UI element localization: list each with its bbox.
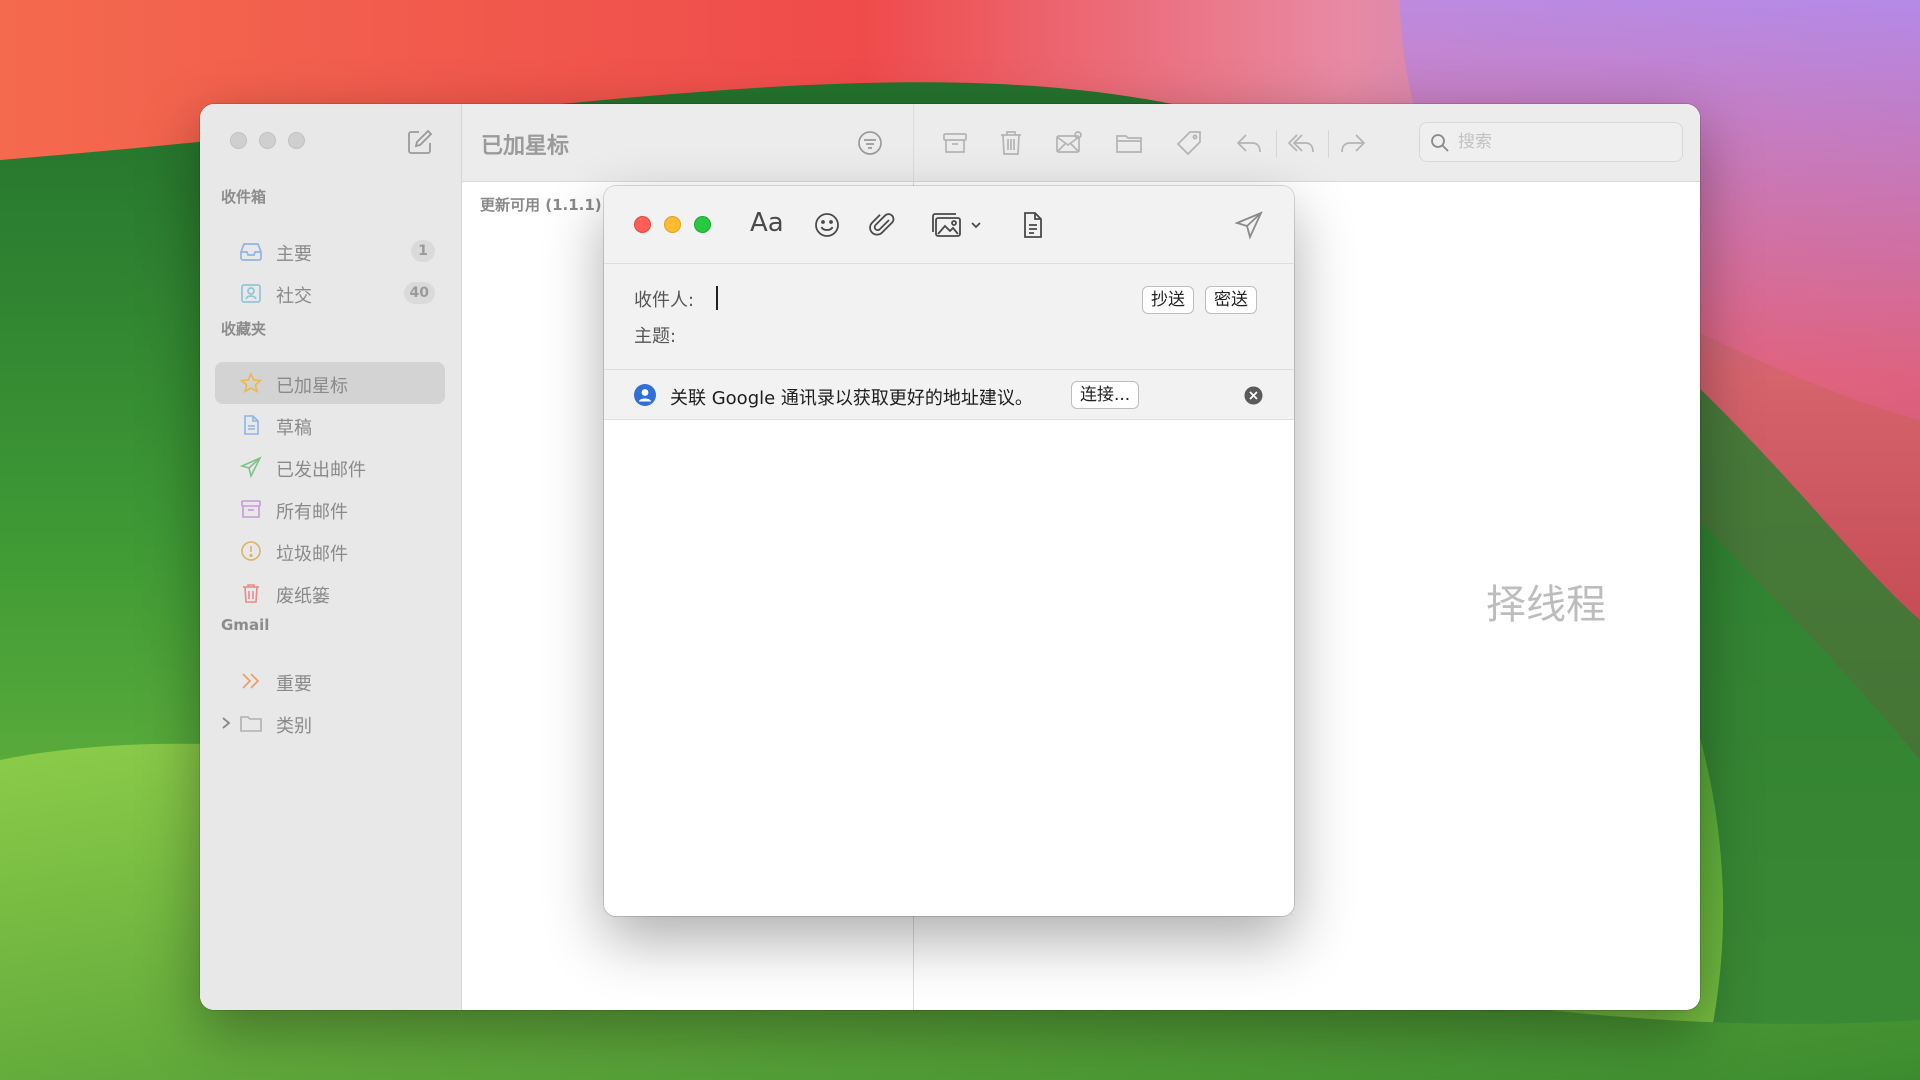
suggestion-text: 关联 Google 通讯录以获取更好的地址建议。 <box>670 388 1033 409</box>
sidebar-item-label: 主要 <box>276 244 312 265</box>
document-icon[interactable] <box>1018 210 1048 240</box>
sidebar-item-all-mail[interactable]: 所有邮件 <box>215 488 445 530</box>
filter-icon[interactable] <box>856 129 884 157</box>
paper-plane-icon <box>239 456 262 478</box>
search-icon <box>1431 134 1449 152</box>
send-icon[interactable] <box>1234 210 1264 240</box>
archive-box-icon <box>241 500 261 518</box>
search-field[interactable] <box>1419 122 1683 162</box>
zoom-button[interactable] <box>288 132 305 149</box>
window-controls <box>230 132 305 149</box>
minimize-button[interactable] <box>664 216 681 233</box>
unread-count-badge: 1 <box>411 240 435 262</box>
message-list-header: 已加星标 <box>462 104 913 182</box>
compose-window: Aa 收件人: 抄送 密送 主题: 关联 Google 通讯录以获取更好的地址建… <box>604 186 1294 916</box>
compose-toolbar: Aa <box>604 186 1294 264</box>
close-button[interactable] <box>230 132 247 149</box>
bcc-button[interactable]: 密送 <box>1205 286 1257 314</box>
star-icon <box>239 372 263 394</box>
sidebar-item-label: 已发出邮件 <box>276 460 366 481</box>
connect-button[interactable]: 连接... <box>1071 381 1140 409</box>
format-text-button[interactable]: Aa <box>750 208 784 238</box>
chevron-right-icon[interactable] <box>219 715 233 731</box>
toolbar-separator <box>1276 130 1277 158</box>
trash-icon[interactable] <box>996 128 1026 158</box>
sidebar-item-label: 草稿 <box>276 418 312 439</box>
mailbox-title: 已加星标 <box>481 134 570 159</box>
trash-icon <box>243 584 259 603</box>
sidebar-item-important[interactable]: 重要 <box>215 660 445 702</box>
sidebar-item-label: 废纸篓 <box>276 586 330 607</box>
section-gmail: Gmail <box>221 616 270 634</box>
to-field-cursor[interactable] <box>716 286 718 310</box>
reply-icon[interactable] <box>1234 128 1264 158</box>
sidebar-item-label: 所有邮件 <box>276 502 348 523</box>
sidebar-item-trash[interactable]: 废纸篓 <box>215 572 445 614</box>
viewer-toolbar <box>914 104 1700 182</box>
important-chevrons-icon <box>242 673 260 689</box>
sidebar: 收件箱 主要 1 社交 40 收藏夹 已加星标 草稿 已发出邮件 所有邮件 垃圾… <box>200 104 462 1010</box>
sidebar-item-flagged[interactable]: 已加星标 <box>215 362 445 404</box>
message-body-editor[interactable] <box>604 420 1294 916</box>
sidebar-item-label: 垃圾邮件 <box>276 544 348 565</box>
person-circle-icon <box>634 384 656 406</box>
sidebar-item-social[interactable]: 社交 40 <box>215 272 445 314</box>
no-thread-selected-text: 择线程 <box>1486 582 1606 628</box>
junk-mail-icon[interactable] <box>1054 128 1084 158</box>
compose-window-controls <box>634 216 711 233</box>
update-available-banner[interactable]: 更新可用 (1.1.1) <box>480 194 602 215</box>
sidebar-item-sent[interactable]: 已发出邮件 <box>215 446 445 488</box>
compose-icon[interactable] <box>406 128 434 156</box>
section-inbox: 收件箱 <box>221 188 267 206</box>
compose-header-fields: 收件人: 抄送 密送 主题: <box>604 264 1294 370</box>
close-button[interactable] <box>634 216 651 233</box>
sidebar-item-label: 社交 <box>276 286 312 307</box>
social-person-icon <box>241 284 261 303</box>
reply-all-icon[interactable] <box>1286 128 1316 158</box>
search-input[interactable] <box>1458 129 1668 155</box>
to-label: 收件人: <box>634 290 695 311</box>
subject-label: 主题: <box>634 326 677 347</box>
emoji-icon[interactable] <box>812 210 842 240</box>
move-folder-icon[interactable] <box>1114 128 1144 158</box>
junk-exclamation-icon <box>241 541 261 561</box>
section-favorites: 收藏夹 <box>221 320 267 338</box>
sidebar-item-drafts[interactable]: 草稿 <box>215 404 445 446</box>
paperclip-icon[interactable] <box>868 210 898 240</box>
cc-button[interactable]: 抄送 <box>1142 286 1194 314</box>
sidebar-item-label: 类别 <box>276 716 312 737</box>
minimize-button[interactable] <box>259 132 276 149</box>
inbox-tray-icon <box>240 243 262 261</box>
archive-icon[interactable] <box>940 128 970 158</box>
sidebar-item-primary[interactable]: 主要 1 <box>215 230 445 272</box>
toolbar-separator <box>1328 130 1329 158</box>
photo-browser-icon[interactable] <box>930 210 988 240</box>
folder-icon <box>240 716 262 732</box>
sidebar-item-junk[interactable]: 垃圾邮件 <box>215 530 445 572</box>
close-circle-icon[interactable] <box>1244 386 1263 405</box>
sidebar-item-label: 重要 <box>276 674 312 695</box>
forward-icon[interactable] <box>1338 128 1368 158</box>
sidebar-item-categories[interactable]: 类别 <box>215 702 445 744</box>
draft-document-icon <box>244 415 259 435</box>
sidebar-item-label: 已加星标 <box>276 376 348 397</box>
zoom-button[interactable] <box>694 216 711 233</box>
google-contacts-suggestion-bar: 关联 Google 通讯录以获取更好的地址建议。 连接... <box>604 370 1294 420</box>
unread-count-badge: 40 <box>403 282 435 304</box>
tag-icon[interactable] <box>1174 128 1204 158</box>
